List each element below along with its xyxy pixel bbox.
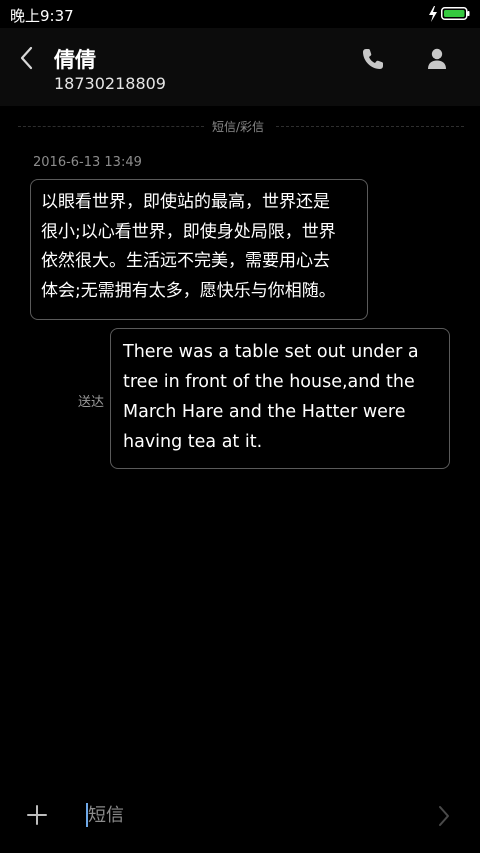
charging-icon [429, 6, 437, 22]
message-line: 依然很大。生活远不完美，需要用心去 [41, 251, 330, 271]
channel-label: 短信/彩信 [212, 120, 265, 134]
outgoing-message-bubble[interactable]: There was a table set out under a tree i… [110, 328, 450, 469]
message-line: March Hare and the Hatter were [123, 402, 406, 422]
phone-icon[interactable] [360, 46, 386, 72]
message-line: having tea at it. [123, 432, 263, 452]
send-icon[interactable] [436, 804, 452, 828]
message-line: 体会;无需拥有太多，愿快乐与你相随。 [41, 280, 336, 301]
message-timestamp: 2016-6-13 13:49 [33, 155, 142, 170]
contact-name: 倩倩 [54, 48, 96, 72]
status-bar: 晚上9:37 [0, 0, 480, 28]
text-cursor [86, 803, 88, 827]
message-line: There was a table set out under a [123, 342, 419, 362]
message-line: 很小;以心看世界，即使身处局限，世界 [41, 221, 336, 242]
contact-number: 18730218809 [54, 74, 166, 93]
plus-icon[interactable] [25, 803, 49, 827]
back-icon[interactable] [16, 45, 38, 71]
incoming-message-bubble[interactable]: 以眼看世界，即使站的最高，世界还是 很小;以心看世界，即使身处局限，世界 依然很… [30, 179, 368, 320]
delivery-status: 送达 [78, 395, 105, 410]
message-line: tree in front of the house,and the [123, 372, 415, 392]
message-line: 以眼看世界，即使站的最高，世界还是 [41, 192, 330, 212]
person-icon[interactable] [424, 46, 450, 72]
divider-left [18, 126, 204, 127]
divider-right [276, 126, 464, 127]
message-input[interactable] [84, 798, 418, 832]
status-time: 晚上9:37 [10, 7, 74, 25]
battery-icon [441, 7, 470, 20]
